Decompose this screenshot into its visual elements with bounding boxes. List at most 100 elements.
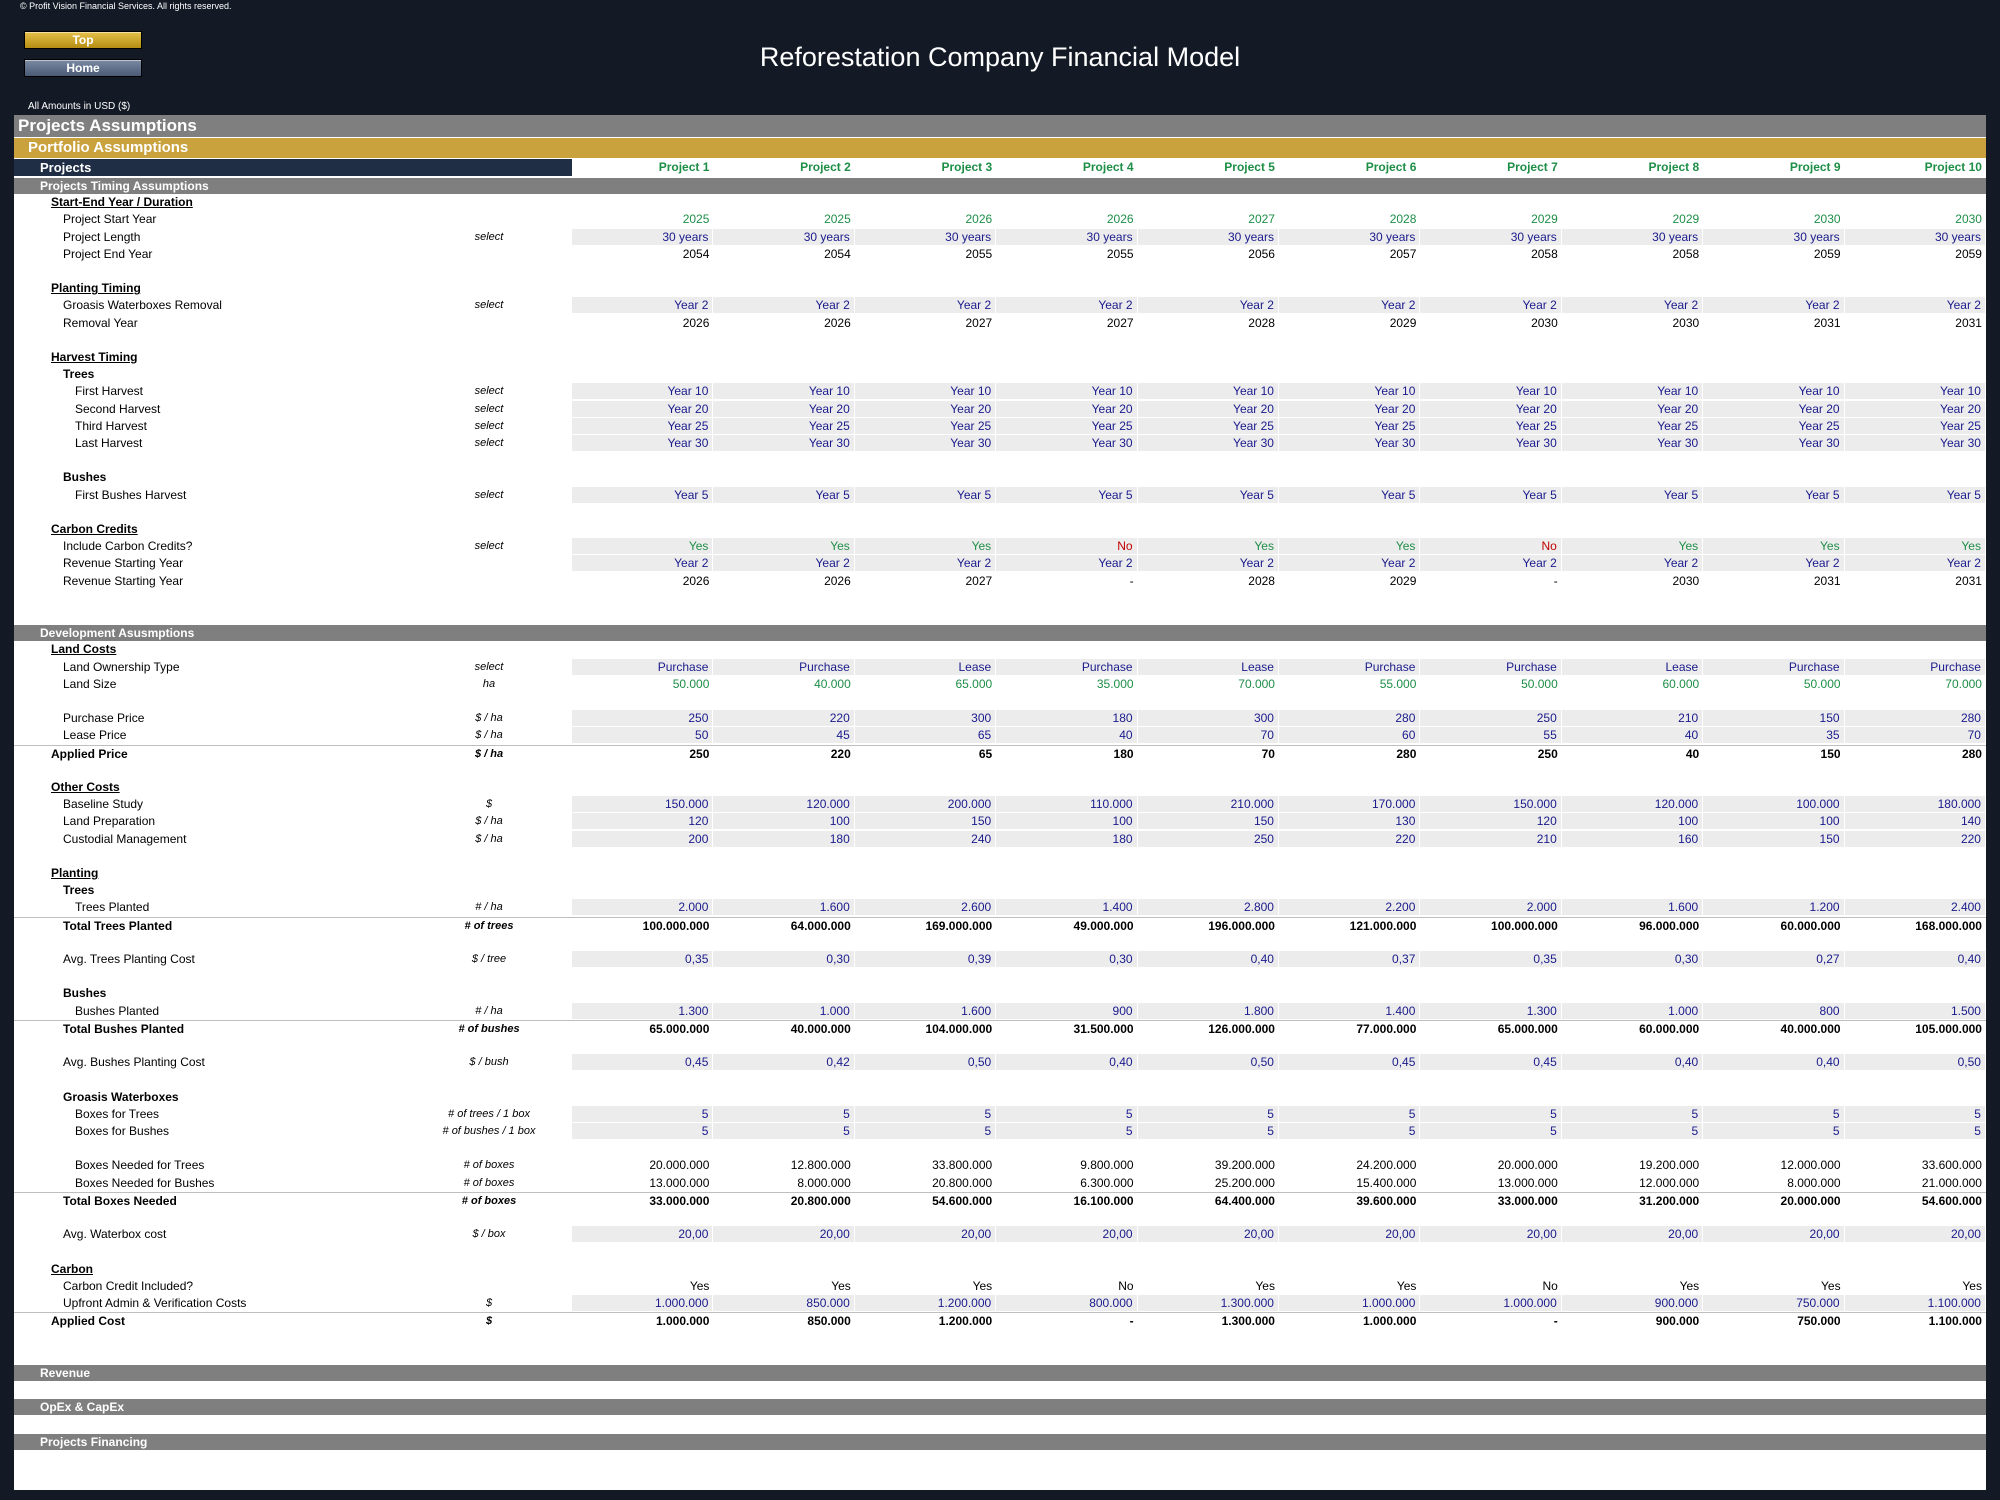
value-cell[interactable]: 20,00 <box>1279 1226 1421 1243</box>
value-cell[interactable]: Year 30 <box>1703 435 1845 451</box>
value-cell[interactable]: 250 <box>1420 710 1562 727</box>
value-cell[interactable]: Year 2 <box>996 555 1138 572</box>
value-cell[interactable]: 170.000 <box>1279 796 1421 813</box>
value-cell[interactable]: 5 <box>1420 1105 1562 1122</box>
value-cell[interactable]: 1.000.000 <box>1279 1295 1421 1311</box>
value-cell[interactable]: 180.000 <box>1844 796 1986 813</box>
value-cell[interactable]: 2.200 <box>1279 899 1421 916</box>
value-cell[interactable]: 20,00 <box>1561 1226 1704 1243</box>
value-cell[interactable]: Year 20 <box>1703 400 1845 417</box>
value-cell[interactable]: Year 2 <box>854 297 997 314</box>
value-cell[interactable]: Yes <box>1561 538 1704 555</box>
value-cell[interactable]: 0,30 <box>1561 951 1704 967</box>
value-cell[interactable]: 40 <box>996 727 1138 744</box>
value-cell[interactable]: Year 5 <box>1844 486 1986 503</box>
value-cell[interactable]: 160 <box>1561 830 1704 847</box>
value-cell[interactable]: Year 5 <box>1137 486 1279 503</box>
value-cell[interactable]: 5 <box>1561 1105 1704 1122</box>
value-cell[interactable]: 60 <box>1279 727 1421 744</box>
value-cell[interactable]: No <box>996 538 1138 555</box>
value-cell[interactable]: Year 25 <box>1844 417 1986 434</box>
value-cell[interactable]: Year 30 <box>996 435 1138 451</box>
value-cell[interactable]: 210 <box>1420 830 1562 847</box>
value-cell[interactable]: 120 <box>572 813 714 830</box>
value-cell[interactable]: 130 <box>1279 813 1421 830</box>
value-cell[interactable]: 0,40 <box>1844 951 1986 967</box>
value-cell[interactable]: Year 10 <box>1137 383 1279 400</box>
value-cell[interactable]: Purchase <box>713 658 855 675</box>
value-cell[interactable]: Lease <box>854 658 997 675</box>
value-cell[interactable]: No <box>1420 538 1562 555</box>
value-cell[interactable]: 5 <box>1420 1123 1562 1139</box>
value-cell[interactable]: 300 <box>1137 710 1279 727</box>
value-cell[interactable]: 0,37 <box>1279 951 1421 967</box>
value-cell[interactable]: Yes <box>1844 538 1986 555</box>
value-cell[interactable]: 20,00 <box>1420 1226 1562 1243</box>
value-cell[interactable]: Year 20 <box>996 400 1138 417</box>
value-cell[interactable]: Purchase <box>1420 658 1562 675</box>
value-cell[interactable]: 150.000 <box>572 796 714 813</box>
value-cell[interactable]: 120.000 <box>713 796 855 813</box>
value-cell[interactable]: 30 years <box>1844 228 1986 245</box>
value-cell[interactable]: 250 <box>1137 830 1279 847</box>
value-cell[interactable]: Year 2 <box>1420 297 1562 314</box>
value-cell[interactable]: 210 <box>1561 710 1704 727</box>
value-cell[interactable]: 200.000 <box>854 796 997 813</box>
value-cell[interactable]: 1.300 <box>1420 1002 1562 1019</box>
value-cell[interactable]: Year 10 <box>1561 383 1704 400</box>
value-cell[interactable]: 280 <box>1844 710 1986 727</box>
value-cell[interactable]: 120.000 <box>1561 796 1704 813</box>
value-cell[interactable]: 200 <box>572 830 714 847</box>
value-cell[interactable]: Year 5 <box>713 486 855 503</box>
value-cell[interactable]: 150.000 <box>1420 796 1562 813</box>
value-cell[interactable]: 5 <box>1703 1105 1845 1122</box>
value-cell[interactable]: 220 <box>1844 830 1986 847</box>
value-cell[interactable]: 1.000 <box>713 1002 855 1019</box>
value-cell[interactable]: 5 <box>1844 1123 1986 1139</box>
value-cell[interactable]: Year 25 <box>1137 417 1279 434</box>
value-cell[interactable]: 35 <box>1703 727 1845 744</box>
value-cell[interactable]: 850.000 <box>713 1295 855 1311</box>
value-cell[interactable]: Year 20 <box>1844 400 1986 417</box>
value-cell[interactable]: Year 25 <box>1279 417 1421 434</box>
value-cell[interactable]: Yes <box>572 538 714 555</box>
value-cell[interactable]: Year 2 <box>1844 297 1986 314</box>
value-cell[interactable]: 5 <box>996 1123 1138 1139</box>
value-cell[interactable]: 0,30 <box>713 951 855 967</box>
value-cell[interactable]: 250 <box>572 710 714 727</box>
value-cell[interactable]: 0,27 <box>1703 951 1845 967</box>
value-cell[interactable]: Year 2 <box>1137 555 1279 572</box>
value-cell[interactable]: 2.800 <box>1137 899 1279 916</box>
value-cell[interactable]: 100 <box>996 813 1138 830</box>
value-cell[interactable]: Year 25 <box>572 417 714 434</box>
value-cell[interactable]: Year 2 <box>1279 297 1421 314</box>
value-cell[interactable]: Lease <box>1561 658 1704 675</box>
value-cell[interactable]: 1.100.000 <box>1844 1295 1986 1311</box>
value-cell[interactable]: 900.000 <box>1561 1295 1704 1311</box>
value-cell[interactable]: Year 10 <box>1703 383 1845 400</box>
value-cell[interactable]: Year 2 <box>1703 297 1845 314</box>
value-cell[interactable]: 1.000.000 <box>572 1295 714 1311</box>
value-cell[interactable]: Year 30 <box>1420 435 1562 451</box>
value-cell[interactable]: 150 <box>1703 830 1845 847</box>
value-cell[interactable]: Yes <box>1137 538 1279 555</box>
value-cell[interactable]: 5 <box>572 1123 714 1139</box>
value-cell[interactable]: 20,00 <box>1844 1226 1986 1243</box>
value-cell[interactable]: 300 <box>854 710 997 727</box>
value-cell[interactable]: 0,42 <box>713 1054 855 1071</box>
value-cell[interactable]: 45 <box>713 727 855 744</box>
value-cell[interactable]: Year 2 <box>1844 555 1986 572</box>
value-cell[interactable]: 20,00 <box>1137 1226 1279 1243</box>
value-cell[interactable]: Year 2 <box>1137 297 1279 314</box>
value-cell[interactable]: Year 5 <box>1561 486 1704 503</box>
value-cell[interactable]: 40 <box>1561 727 1704 744</box>
value-cell[interactable]: 0,39 <box>854 951 997 967</box>
value-cell[interactable]: Year 10 <box>1844 383 1986 400</box>
value-cell[interactable]: 180 <box>713 830 855 847</box>
value-cell[interactable]: Year 20 <box>1279 400 1421 417</box>
value-cell[interactable]: 5 <box>1279 1105 1421 1122</box>
value-cell[interactable]: 0,30 <box>996 951 1138 967</box>
value-cell[interactable]: 20,00 <box>996 1226 1138 1243</box>
value-cell[interactable]: Year 5 <box>1279 486 1421 503</box>
value-cell[interactable]: Year 30 <box>572 435 714 451</box>
